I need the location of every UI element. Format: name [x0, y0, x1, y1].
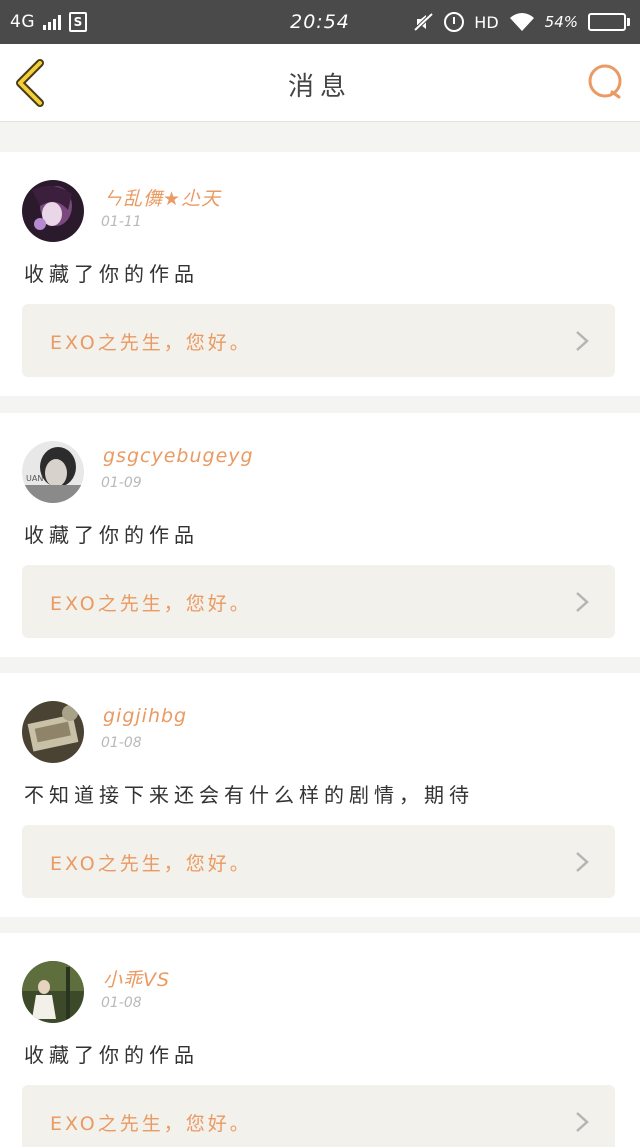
message-text: 不知道接下来还会有什么样的剧情，期待 — [24, 783, 474, 807]
svg-text:UAN: UAN — [26, 474, 43, 483]
chevron-right-icon — [576, 592, 589, 612]
message-date: 01-11 — [101, 214, 142, 230]
status-bar: 4G S 20:54 HD 54% — [0, 0, 640, 44]
work-title: EXO之先生，您好。 — [50, 332, 252, 354]
search-button[interactable] — [586, 62, 626, 102]
message-card[interactable]: ㄣ乱儛★尐天 01-11 收藏了你的作品 EXO之先生，您好。 — [0, 152, 640, 396]
avatar[interactable] — [22, 701, 84, 763]
hd-label: HD — [474, 12, 499, 32]
username[interactable]: 小乖VS — [103, 965, 170, 992]
username[interactable]: ㄣ乱儛★尐天 — [103, 184, 221, 211]
mute-icon — [413, 12, 434, 32]
message-card[interactable]: 小乖VS 01-08 收藏了你的作品 EXO之先生，您好。 — [0, 933, 640, 1147]
avatar[interactable]: UAN — [22, 441, 84, 503]
message-card[interactable]: gigjihbg 01-08 不知道接下来还会有什么样的剧情，期待 EXO之先生… — [0, 673, 640, 917]
work-title: EXO之先生，您好。 — [50, 1113, 252, 1135]
username[interactable]: gigjihbg — [103, 705, 187, 727]
message-text: 收藏了你的作品 — [24, 1043, 199, 1067]
signal-bars-icon — [43, 14, 61, 30]
battery-percent: 54% — [544, 13, 578, 31]
sim-card-icon: S — [69, 12, 87, 32]
message-card[interactable]: UAN gsgcyebugeyg 01-09 收藏了你的作品 EXO之先生，您好… — [0, 413, 640, 657]
alarm-icon — [444, 12, 465, 32]
wifi-icon — [509, 12, 535, 32]
chevron-right-icon — [576, 852, 589, 872]
status-right: HD 54% — [413, 12, 630, 32]
network-type: 4G — [10, 12, 35, 32]
search-icon — [588, 64, 622, 99]
page-title: 消息 — [287, 72, 352, 102]
work-title: EXO之先生，您好。 — [50, 593, 252, 615]
message-date: 01-08 — [101, 735, 142, 751]
nav-bar: 消息 — [0, 44, 640, 122]
status-left: 4G S — [10, 12, 87, 32]
work-title: EXO之先生，您好。 — [50, 853, 252, 875]
work-link[interactable]: EXO之先生，您好。 — [22, 825, 615, 898]
work-link[interactable]: EXO之先生，您好。 — [22, 304, 615, 377]
chevron-right-icon — [576, 331, 589, 351]
message-date: 01-08 — [101, 995, 142, 1011]
battery-icon — [588, 13, 630, 31]
work-link[interactable]: EXO之先生，您好。 — [22, 1085, 615, 1147]
message-text: 收藏了你的作品 — [24, 523, 199, 547]
chevron-right-icon — [576, 1112, 589, 1132]
username[interactable]: gsgcyebugeyg — [103, 445, 254, 467]
avatar[interactable] — [22, 180, 84, 242]
work-link[interactable]: EXO之先生，您好。 — [22, 565, 615, 638]
message-text: 收藏了你的作品 — [24, 262, 199, 286]
avatar[interactable] — [22, 961, 84, 1023]
message-date: 01-09 — [101, 475, 142, 491]
